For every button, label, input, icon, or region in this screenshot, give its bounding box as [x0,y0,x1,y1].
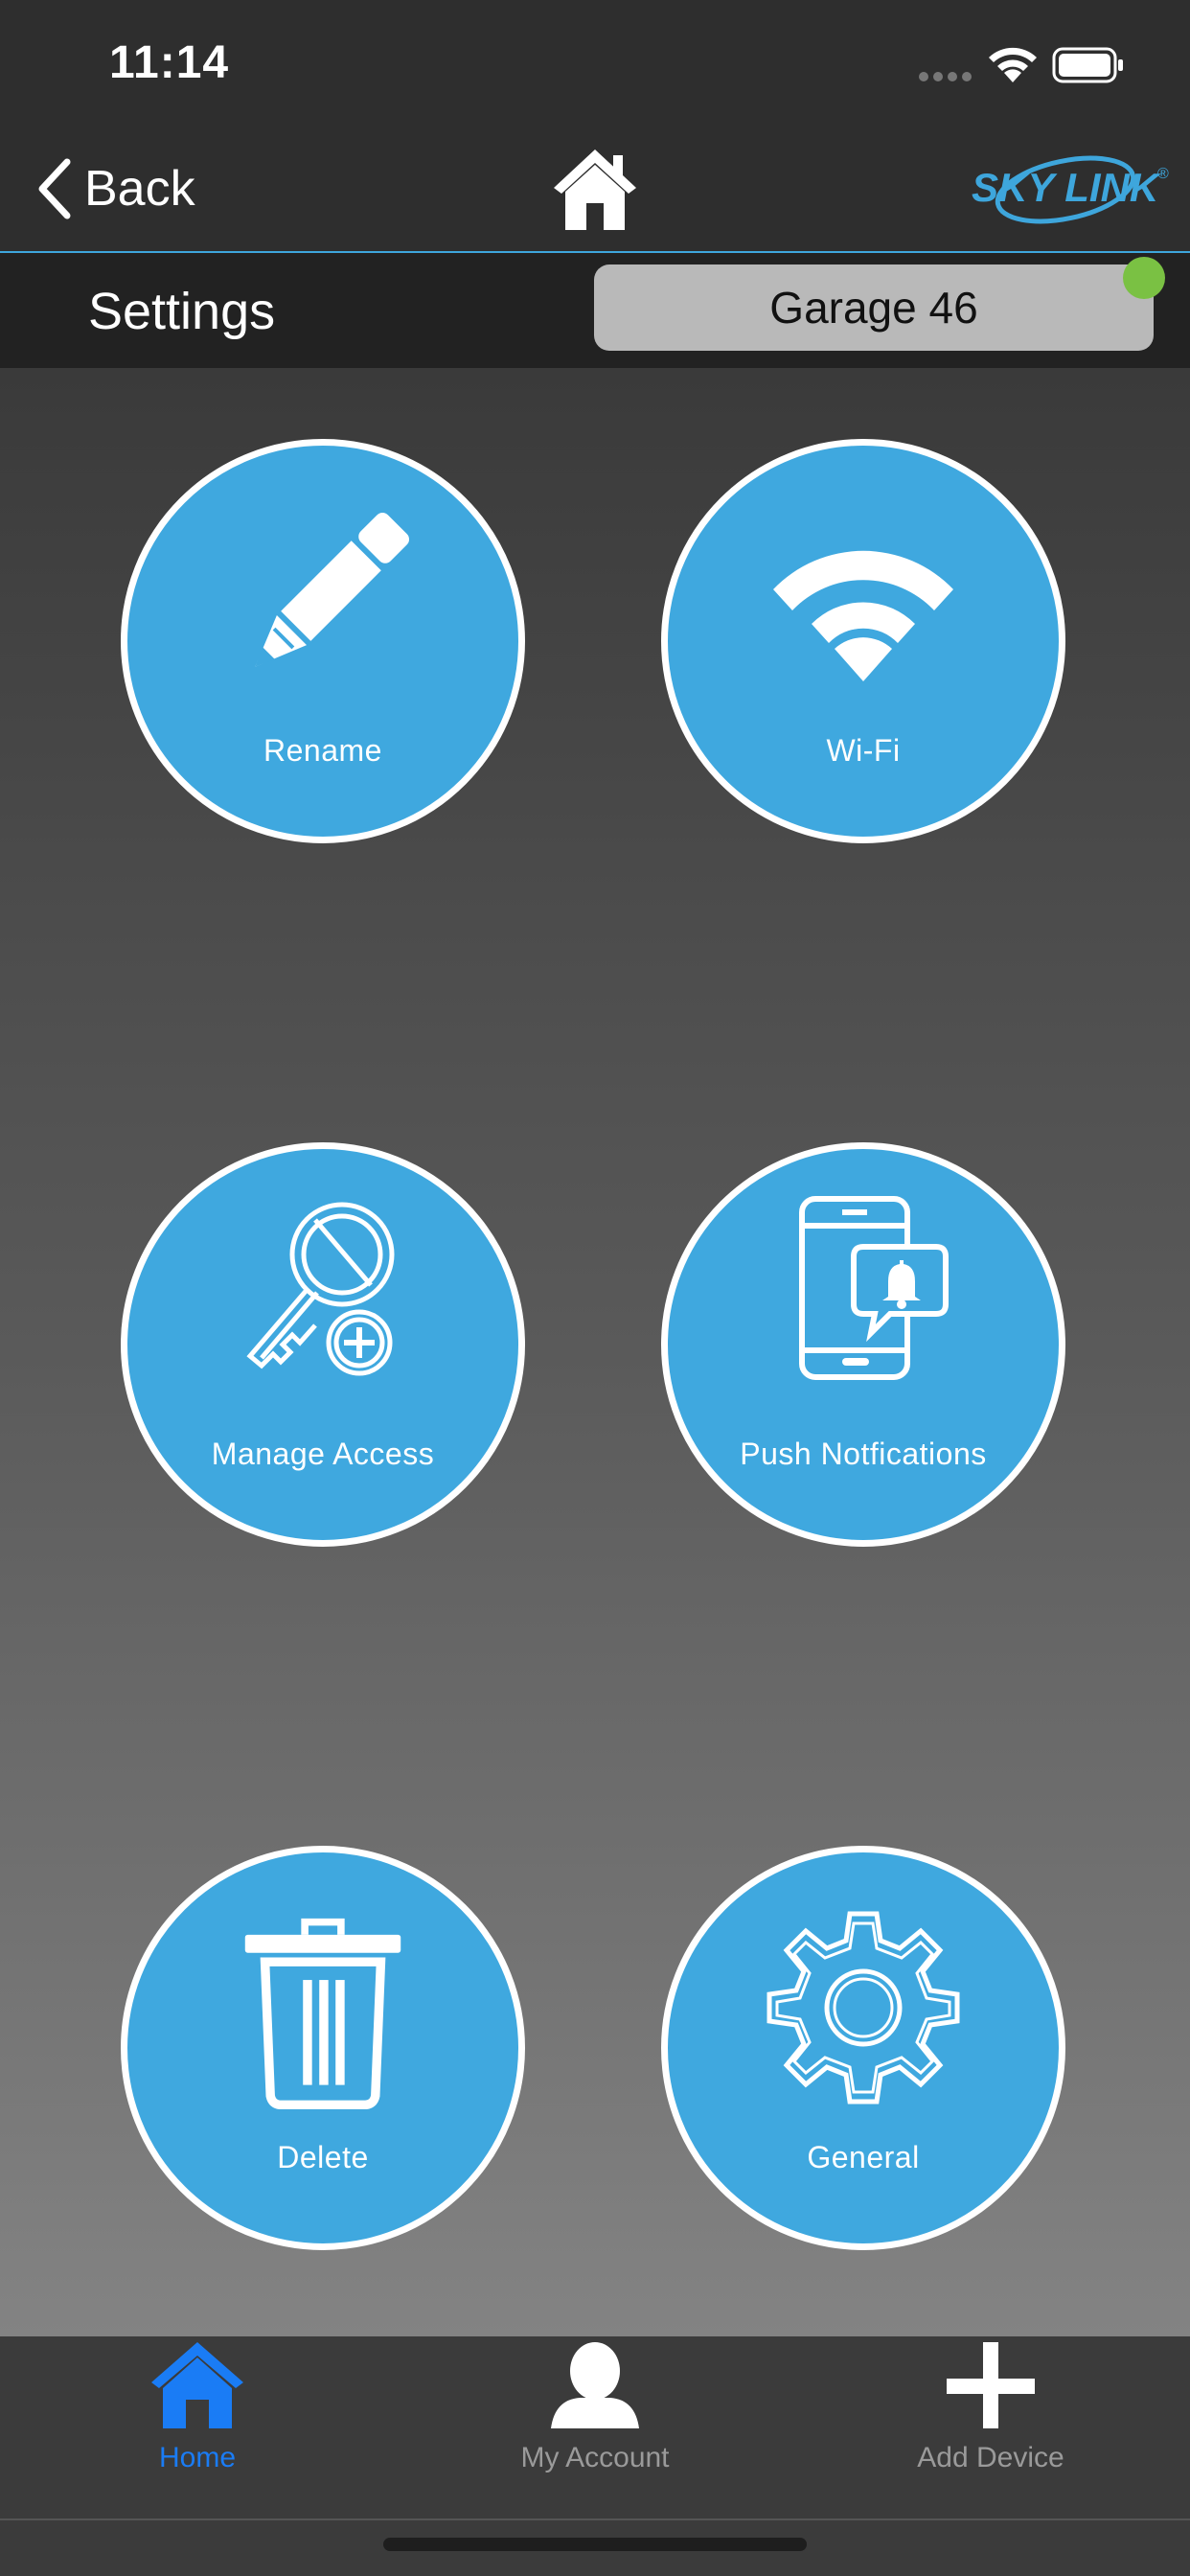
page-title: Settings [88,283,276,340]
tab-label: My Account [520,2442,670,2473]
trash-icon [244,1918,401,2109]
tab-label: Add Device [917,2442,1064,2473]
push-notifications-button[interactable]: Push Notfications [661,1142,1065,1547]
phone-bell-icon [799,1196,949,1380]
app-screen: 11:14 Back SKY LINK ® Settings Garage 46… [0,0,1190,2576]
key-plus-icon [246,1202,395,1376]
tile-label: Manage Access [211,1437,435,1471]
battery-icon [1052,47,1123,83]
navigation-bar: Back SKY LINK ® [0,125,1190,253]
plus-icon [947,2342,1035,2428]
wifi-status-icon [989,47,1037,82]
settings-header: Settings Garage 46 [0,253,1190,368]
home-icon [151,2342,243,2428]
general-settings-button[interactable]: General [661,1846,1065,2250]
home-indicator [383,2538,807,2551]
settings-grid: Rename Wi-Fi Manage Access Push Notficat… [0,368,1190,2336]
skylink-logo: SKY LINK ® [972,155,1169,224]
tile-label: Delete [277,2140,369,2174]
cellular-signal-icon [919,72,972,81]
user-icon [551,2342,639,2428]
brand-text: SKY LINK [972,165,1161,210]
device-selector[interactable]: Garage 46 [594,264,1154,351]
status-bar: 11:14 [0,0,1190,125]
registered-mark: ® [1157,166,1169,182]
pencil-icon [255,512,410,667]
home-icon[interactable] [550,144,640,234]
tab-my-account[interactable]: My Account [451,2336,739,2518]
wifi-settings-button[interactable]: Wi-Fi [661,439,1065,843]
tab-home[interactable]: Home [54,2336,341,2518]
tile-label: Wi-Fi [826,733,901,768]
gear-icon [767,1911,960,2104]
online-status-indicator [1123,257,1165,299]
rename-button[interactable]: Rename [121,439,525,843]
manage-access-button[interactable]: Manage Access [121,1142,525,1547]
chevron-left-icon [38,158,71,219]
device-name: Garage 46 [769,283,978,333]
tile-label: Rename [263,733,382,768]
status-time: 11:14 [109,37,230,88]
back-label: Back [84,161,195,217]
tile-label: General [807,2140,920,2174]
wifi-icon [773,550,953,681]
tab-divider [0,2518,1190,2520]
tab-label: Home [158,2442,237,2473]
tab-add-device[interactable]: Add Device [847,2336,1134,2518]
back-button[interactable]: Back [34,155,195,222]
tile-label: Push Notfications [740,1437,987,1471]
delete-button[interactable]: Delete [121,1846,525,2250]
